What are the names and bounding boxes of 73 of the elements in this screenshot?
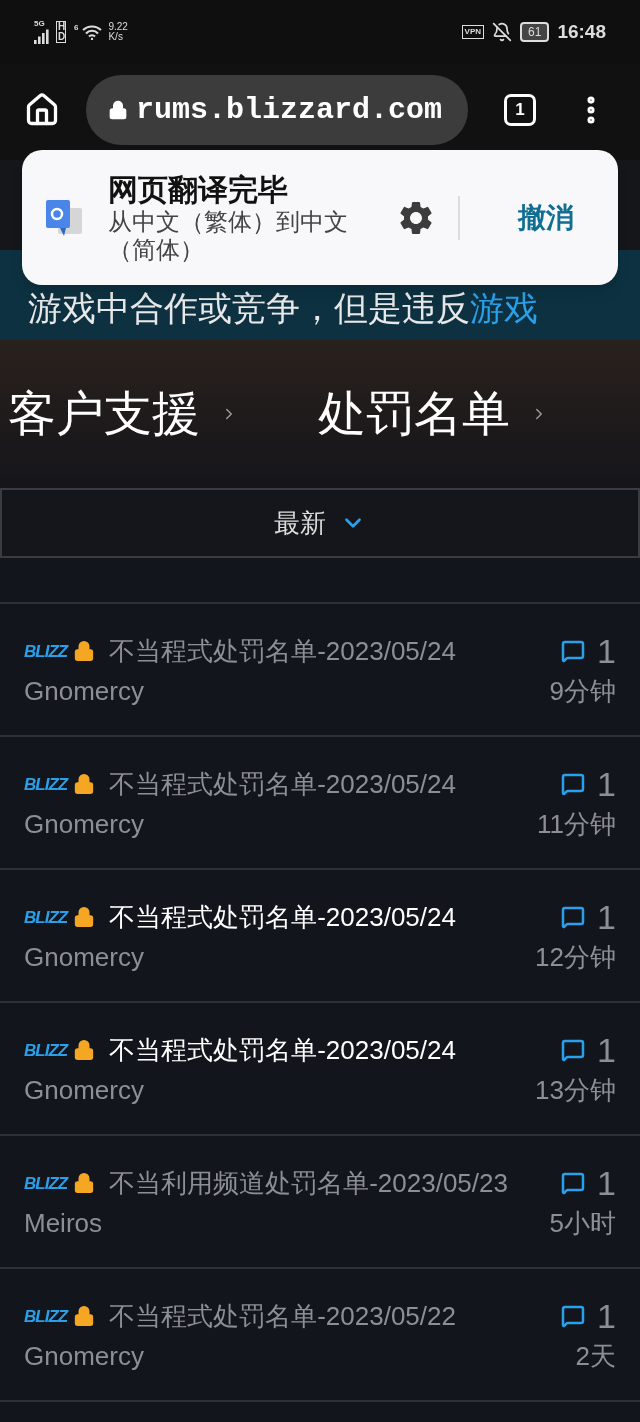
topic-title[interactable]: 不当程式处罚名单-2023/05/24 — [109, 1033, 456, 1067]
lock-icon — [108, 100, 128, 120]
topic-author[interactable]: Gnomercy — [24, 805, 144, 844]
url-text: rums.blizzard.com — [136, 91, 443, 129]
comment-icon — [561, 772, 586, 796]
speed-unit: K/s — [108, 32, 124, 42]
popup-subtitle: 从中文（繁体）到中文（简体） — [108, 207, 349, 264]
banner-text: 游戏中合作或竞争，但是违反 — [28, 288, 470, 329]
topic-author[interactable]: Gnomercy — [24, 672, 144, 711]
topic-age: 11分钟 — [537, 808, 616, 841]
wifi-icon — [82, 24, 103, 40]
lock-icon — [73, 1172, 96, 1194]
staff-label: BLIZZ — [24, 775, 68, 793]
battery-level: 61 — [520, 22, 550, 42]
lock-icon — [73, 640, 96, 662]
reply-count: 1 — [597, 634, 616, 668]
reply-count: 1 — [597, 1166, 616, 1200]
topic-author[interactable]: Meiros — [24, 1204, 102, 1243]
topic-author[interactable]: Gnomercy — [24, 1071, 144, 1110]
topic-age: 13分钟 — [535, 1074, 616, 1107]
lock-icon — [73, 773, 96, 795]
translate-icon — [44, 197, 84, 238]
network-label: 5G — [34, 20, 45, 28]
topic-row[interactable]: BLIZZ 不当程式处罚名单-2023/05/22 1 Gnomercy 2天 — [0, 1269, 640, 1402]
topic-title[interactable]: 不当程式处罚名单-2023/05/24 — [109, 900, 456, 934]
topic-age: 9分钟 — [549, 675, 616, 708]
undo-button[interactable]: 撤消 — [518, 196, 574, 239]
topic-row[interactable]: BLIZZ 不当程式处罚名单-2023/05/24 1 Gnomercy 9分钟 — [0, 604, 640, 737]
breadcrumb-link[interactable]: 客户支援 — [8, 378, 200, 450]
banner-link[interactable]: 游戏 — [470, 283, 538, 334]
staff-label: BLIZZ — [24, 1174, 68, 1192]
reply-count: 1 — [597, 1033, 616, 1067]
comment-icon — [561, 1038, 586, 1062]
staff-label: BLIZZ — [24, 908, 68, 926]
staff-label: BLIZZ — [24, 1307, 68, 1325]
reply-count: 1 — [597, 767, 616, 801]
reply-count: 1 — [597, 900, 616, 934]
topic-title[interactable]: 不当程式处罚名单-2023/05/24 — [109, 634, 456, 668]
topic-row[interactable]: BLIZZ 不当程式处罚名单-2023/05/24 1 Gnomercy 13分钟 — [0, 1003, 640, 1136]
clock: 16:48 — [557, 19, 606, 44]
topic-age: 2天 — [575, 1340, 616, 1373]
popup-title: 网页翻译完毕 — [108, 171, 289, 208]
staff-label: BLIZZ — [24, 642, 68, 660]
topic-row[interactable]: BLIZZ 不当程式处罚名单-2023/05/24 1 Gnomercy 11分钟 — [0, 737, 640, 870]
lock-icon — [73, 1305, 96, 1327]
comment-icon — [561, 1171, 586, 1195]
topic-age: 12分钟 — [535, 941, 616, 974]
topic-title[interactable]: 不当利用频道处罚名单-2023/05/23 — [109, 1166, 508, 1200]
sort-dropdown[interactable]: 最新 — [0, 488, 640, 558]
signal-icon — [34, 28, 50, 44]
breadcrumb-link[interactable]: 处罚名单 — [318, 378, 510, 450]
comment-icon — [561, 905, 586, 929]
wifi-generation: 6 — [74, 24, 79, 32]
comment-icon — [561, 1304, 586, 1328]
topic-title[interactable]: 不当程式处罚名单-2023/05/24 — [109, 767, 456, 801]
address-bar[interactable]: rums.blizzard.com — [86, 75, 468, 145]
home-icon[interactable] — [24, 92, 60, 128]
vpn-label: VPN — [461, 25, 485, 39]
topic-row[interactable]: BLIZZ 不当程式处罚名单-2023/05/24 1 Gnomercy 12分钟 — [0, 870, 640, 1003]
network-speed: 9.22 — [108, 22, 128, 32]
mute-icon — [492, 22, 513, 42]
topic-row[interactable]: BLIZZ 不当利用频道处罚名单-2023/05/23 1 Meiros 5小时 — [0, 1136, 640, 1269]
topic-author[interactable]: Gnomercy — [24, 938, 144, 977]
tab-count[interactable]: 1 — [504, 94, 536, 126]
lock-icon — [73, 906, 96, 928]
hd-label: HD — [56, 21, 66, 43]
staff-label: BLIZZ — [24, 1041, 68, 1059]
lock-icon — [73, 1039, 96, 1061]
topic-age: 5小时 — [549, 1207, 616, 1240]
topic-author[interactable]: Gnomercy — [24, 1337, 144, 1376]
topic-title[interactable]: 不当程式处罚名单-2023/05/22 — [109, 1299, 456, 1333]
reply-count: 1 — [597, 1299, 616, 1333]
comment-icon — [561, 639, 586, 663]
